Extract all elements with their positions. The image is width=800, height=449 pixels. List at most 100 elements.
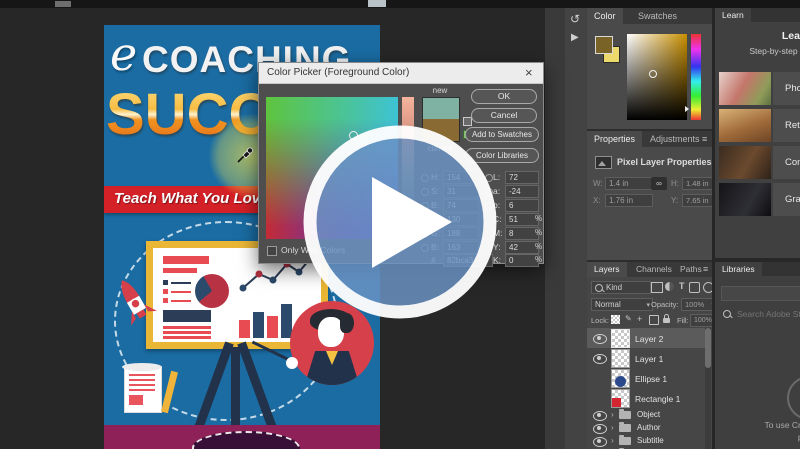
m-value[interactable]: 8 [505, 227, 539, 240]
group-name[interactable]: Subtitle [637, 436, 664, 445]
layer-thumbnail[interactable] [611, 389, 630, 408]
filter-type-icon[interactable]: T [679, 281, 685, 291]
layer-name[interactable]: Ellipse 1 [635, 374, 667, 384]
w-value[interactable]: 1.4 in [605, 177, 653, 190]
tab-learn[interactable]: Learn [715, 8, 751, 22]
learn-item[interactable]: Retouching [773, 109, 800, 142]
poster-title-e: e [110, 27, 137, 81]
top-chrome-tab[interactable] [55, 1, 71, 7]
group-row[interactable]: › Subtitle [587, 434, 705, 447]
photoshop-window: e COACHING SUCCESS Teach What You Love A… [0, 0, 800, 449]
blend-chevron-icon: ▾ [646, 300, 650, 311]
layers-menu-icon[interactable]: ≡ [703, 264, 708, 274]
video-play-button[interactable] [290, 110, 510, 334]
lab-b-value[interactable]: 6 [505, 199, 539, 212]
lock-paint-icon[interactable]: ✎ [625, 314, 632, 323]
fill-value[interactable]: 100% [690, 314, 712, 327]
layer-name[interactable]: Layer 1 [635, 354, 663, 364]
learn-item[interactable]: Graphic Design [773, 183, 800, 216]
layer-row[interactable]: Layer 1 [587, 348, 705, 368]
opacity-label: Opacity: [651, 300, 679, 309]
c-value[interactable]: 51 [505, 213, 539, 226]
visibility-eye-icon[interactable] [593, 334, 607, 344]
layer-row-hidden[interactable]: Rectangle 1 [587, 388, 705, 408]
learn-item-thumbnail[interactable] [719, 146, 771, 179]
l-value[interactable]: 72 [505, 171, 539, 184]
tab-layers[interactable]: Layers [587, 262, 627, 277]
tab-swatches[interactable]: Swatches [631, 8, 684, 24]
ok-button[interactable]: OK [471, 89, 537, 104]
group-name[interactable]: Author [637, 423, 661, 432]
rocket-illustration [110, 271, 158, 331]
layer-name[interactable]: Rectangle 1 [635, 394, 680, 404]
lock-transparency-icon[interactable] [611, 315, 620, 324]
tab-libraries[interactable]: Libraries [715, 262, 762, 276]
group-name[interactable]: Object [637, 410, 660, 419]
filter-pixel-icon[interactable] [651, 282, 663, 293]
group-row[interactable]: › Author [587, 421, 705, 434]
layer-name[interactable]: Layer 2 [635, 334, 663, 344]
layer-row-hidden[interactable]: Ellipse 1 [587, 368, 705, 388]
board-legend-3-line [171, 300, 191, 302]
group-folder-icon [619, 411, 631, 419]
library-select[interactable] [721, 286, 800, 301]
layer-thumbnail[interactable] [611, 349, 630, 368]
visibility-eye-icon[interactable] [593, 437, 607, 447]
history-panel-icon[interactable]: ↺ [570, 12, 580, 26]
visibility-eye-icon[interactable] [593, 354, 607, 364]
lock-move-icon[interactable]: + [637, 314, 642, 324]
hue-slider-marker[interactable] [685, 106, 689, 112]
visibility-eye-icon[interactable] [593, 424, 607, 434]
color-panel-field[interactable] [627, 34, 687, 120]
k-value[interactable]: 0 [505, 254, 539, 267]
link-dimensions-icon[interactable]: ∞ [651, 177, 667, 190]
y-value[interactable]: 7.65 in [682, 194, 712, 207]
group-row[interactable]: › Object [587, 408, 705, 421]
tab-channels[interactable]: Channels [629, 262, 679, 277]
learn-item[interactable]: Photography [773, 72, 800, 105]
dialog-titlebar[interactable]: Color Picker (Foreground Color) × [259, 63, 543, 84]
tab-adjustments[interactable]: Adjustments [643, 131, 707, 147]
expand-chevron-icon[interactable]: › [611, 411, 614, 419]
close-icon[interactable]: × [525, 65, 533, 80]
w-label: W: [593, 179, 603, 188]
only-web-colors-checkbox[interactable] [267, 246, 277, 256]
color-panel-hue-slider[interactable] [691, 34, 701, 120]
expand-chevron-icon[interactable]: › [611, 437, 614, 445]
pixel-layer-icon [595, 156, 612, 169]
lock-artboard-icon[interactable] [649, 315, 659, 325]
filter-adjustment-icon[interactable] [665, 282, 674, 291]
top-chrome-tab-light[interactable] [368, 0, 386, 7]
a-value[interactable]: -24 [505, 185, 539, 198]
board-bar-1 [239, 320, 250, 338]
learn-item-thumbnail[interactable] [719, 109, 771, 142]
libraries-search-input[interactable] [735, 306, 800, 321]
tab-properties[interactable]: Properties [587, 131, 642, 147]
actions-panel-icon[interactable]: ▶ [571, 32, 579, 43]
lock-all-icon[interactable] [663, 318, 670, 323]
board-legend-2 [163, 289, 168, 294]
board-legend-3 [163, 298, 168, 303]
kind-filter-select[interactable]: Kind [591, 281, 651, 294]
color-panel-field-marker[interactable] [649, 70, 657, 78]
learn-item-thumbnail[interactable] [719, 183, 771, 216]
tab-color[interactable]: Color [587, 8, 623, 24]
visibility-eye-icon[interactable] [593, 411, 607, 421]
blend-mode-select[interactable]: Normal ▾ [591, 298, 653, 311]
learn-item-thumbnail[interactable] [719, 72, 771, 105]
y-value[interactable]: 42 [505, 241, 539, 254]
layer-thumbnail[interactable] [611, 329, 630, 348]
properties-menu-icon[interactable]: ≡ [702, 134, 707, 144]
layers-scrollbar-thumb[interactable] [705, 328, 711, 368]
filter-smart-icon[interactable] [703, 282, 712, 293]
opacity-value[interactable]: 100% ▾ [681, 298, 712, 311]
dock-gap-strip [545, 8, 565, 449]
learn-item[interactable]: Combining Images [773, 146, 800, 179]
foreground-color-swatch[interactable] [595, 36, 613, 54]
filter-shape-icon[interactable] [689, 282, 700, 293]
layer-thumbnail[interactable] [611, 369, 630, 388]
h-value[interactable]: 1.48 in [682, 177, 712, 190]
x-value[interactable]: 1.76 in [605, 194, 653, 207]
layer-row-selected[interactable]: Layer 2 [587, 328, 705, 348]
expand-chevron-icon[interactable]: › [611, 424, 614, 432]
